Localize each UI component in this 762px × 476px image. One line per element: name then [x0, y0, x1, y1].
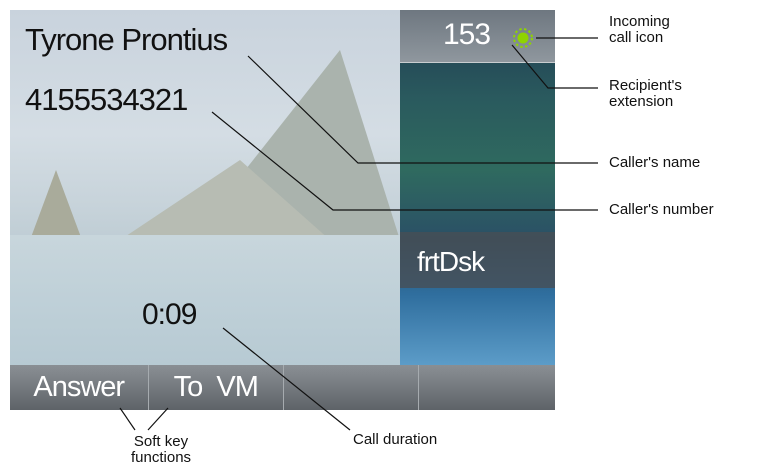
callout-extension-line2: extension: [609, 93, 674, 110]
leader-call-duration: [222, 327, 351, 431]
leader-extension: [511, 44, 598, 89]
callout-leader-lines: [119, 37, 598, 431]
callout-softkeys: Soft key functions: [131, 434, 191, 466]
leader-caller-number: [211, 111, 598, 211]
callout-extension: Recipient's extension: [609, 78, 682, 110]
callout-caller-name: Caller's name: [609, 154, 701, 171]
callout-softkeys-line2: functions: [131, 449, 192, 466]
callout-incoming-icon: Incoming call icon: [609, 14, 670, 46]
leader-softkey-to-vm: [147, 407, 169, 431]
callout-softkeys-line1: Soft key: [133, 433, 189, 450]
callout-incoming-icon-line2: call icon: [609, 29, 664, 46]
callout-incoming-icon-line1: Incoming: [609, 13, 670, 30]
leader-caller-name: [247, 55, 598, 164]
leader-softkey-answer: [119, 407, 136, 431]
callout-extension-line1: Recipient's: [609, 77, 682, 94]
callout-call-duration: Call duration: [353, 431, 438, 448]
callout-caller-number: Caller's number: [609, 201, 714, 218]
